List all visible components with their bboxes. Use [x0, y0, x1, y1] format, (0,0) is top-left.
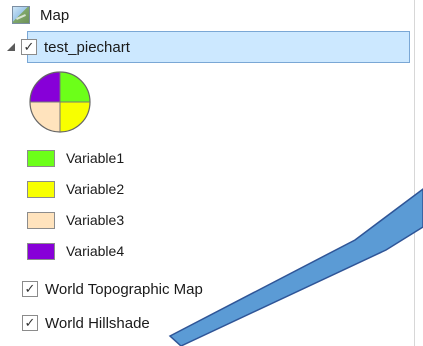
check-icon: ✓	[24, 314, 36, 330]
legend-swatch-variable1	[27, 149, 55, 167]
map-label: Map	[40, 6, 70, 24]
layer-row-world-topographic-map[interactable]: ✓ World Topographic Map	[22, 278, 203, 300]
legend-label-variable1: Variable1	[66, 150, 125, 166]
layer-row-world-hillshade[interactable]: ✓ World Hillshade	[22, 312, 150, 334]
world-topographic-checkbox[interactable]: ✓	[22, 281, 38, 297]
panel-border	[414, 0, 415, 346]
world-topographic-label: World Topographic Map	[45, 280, 203, 298]
layer-row-test-piechart[interactable]: ✓ test_piechart	[6, 36, 130, 58]
layer-visibility-checkbox[interactable]: ✓	[21, 39, 37, 55]
world-hillshade-checkbox[interactable]: ✓	[22, 315, 38, 331]
legend-row-variable1: Variable1	[27, 148, 124, 168]
legend-swatch-variable4	[27, 242, 55, 260]
layer-label: test_piechart	[44, 38, 130, 56]
legend-row-variable2: Variable2	[27, 179, 124, 199]
map-tree-row[interactable]: Map	[12, 4, 69, 26]
legend-label-variable3: Variable3	[66, 212, 125, 228]
blue-callout-arrow	[168, 188, 423, 346]
check-icon: ✓	[24, 280, 36, 296]
check-icon: ✓	[23, 38, 35, 54]
expand-arrow-icon[interactable]	[7, 43, 15, 51]
legend-row-variable4: Variable4	[27, 241, 124, 261]
legend-label-variable4: Variable4	[66, 243, 125, 259]
legend-swatch-variable3	[27, 211, 55, 229]
world-hillshade-label: World Hillshade	[45, 314, 150, 332]
map-icon	[12, 6, 30, 24]
legend-swatch-variable2	[27, 180, 55, 198]
legend-row-variable3: Variable3	[27, 210, 124, 230]
legend-label-variable2: Variable2	[66, 181, 125, 197]
pie-symbol-preview	[29, 71, 91, 133]
contents-panel: Map ✓ test_piechart Variable1 Variable2 …	[0, 0, 423, 346]
